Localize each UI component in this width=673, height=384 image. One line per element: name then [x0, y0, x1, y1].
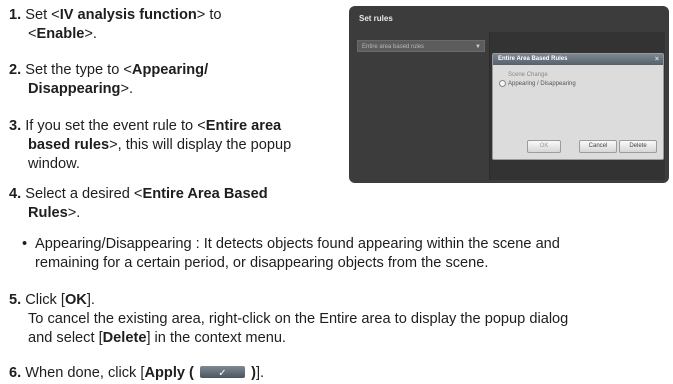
apply-button-icon: ✓: [200, 366, 245, 379]
bullet-note: • Appearing/Disappearing : It detects ob…: [22, 235, 665, 273]
step-text: >.: [120, 81, 134, 97]
delete-button[interactable]: Delete: [619, 140, 657, 153]
step-5: 5. Click [OK]. To cancel the existing ar…: [9, 291, 669, 348]
step-bold: Apply (: [144, 365, 194, 381]
step-bold: OK: [64, 292, 87, 308]
option-label: Appearing / Disappearing: [508, 81, 576, 88]
option-appearing[interactable]: Appearing / Disappearing: [499, 80, 576, 88]
step-bold: Appearing/: [131, 62, 209, 78]
step-text: Select a desired <: [21, 186, 143, 202]
rule-select-value: Entire area based rules: [362, 44, 425, 50]
close-icon[interactable]: ×: [655, 54, 659, 65]
cancel-button[interactable]: Cancel: [579, 140, 617, 153]
step-text: Click [: [21, 292, 65, 308]
step-number: 5.: [9, 292, 22, 308]
checkmark-icon: ✓: [218, 368, 227, 380]
step-1: 1. Set <IV analysis function> to <Enable…: [9, 6, 329, 44]
step-text: Set the type to <: [21, 62, 132, 78]
ok-button[interactable]: OK: [527, 140, 561, 153]
screenshot-title: Set rules: [359, 14, 393, 23]
step-text: Set <: [21, 7, 60, 23]
step-text: ] in the context menu.: [146, 330, 286, 346]
popup-title-bar: Entire Area Based Rules ×: [493, 54, 663, 65]
option-scene-change[interactable]: Scene Change: [499, 71, 548, 79]
rule-select[interactable]: Entire area based rules ▼: [357, 40, 485, 52]
step-number: 4.: [9, 186, 22, 202]
step-text: >.: [67, 205, 81, 221]
step-3: 3. If you set the event rule to <Entire …: [9, 117, 329, 174]
popup-title: Entire Area Based Rules: [498, 56, 568, 62]
step-bold: Disappearing: [28, 81, 121, 97]
chevron-down-icon: ▼: [475, 44, 481, 50]
step-text: > to: [196, 7, 222, 23]
step-text: ].: [86, 292, 95, 308]
step-2: 2. Set the type to <Appearing/ Disappear…: [9, 61, 329, 99]
step-number: 6.: [9, 365, 22, 381]
step-bold: based rules: [28, 137, 110, 153]
step-text: and select [: [28, 330, 103, 346]
step-text: If you set the event rule to <: [21, 118, 206, 134]
step-bold: Entire Area Based: [142, 186, 268, 202]
step-bold: Delete: [102, 330, 147, 346]
bullet-text: remaining for a certain period, or disap…: [35, 255, 489, 271]
step-text: >.: [84, 26, 97, 42]
step-number: 2.: [9, 62, 22, 78]
bullet-icon: •: [22, 236, 28, 252]
step-text: <: [28, 26, 37, 42]
step-4: 4. Select a desired <Entire Area Based R…: [9, 185, 329, 223]
step-bold: IV analysis function: [59, 7, 197, 23]
step-text: ].: [255, 365, 265, 381]
settings-screenshot: Set rules Entire area based rules ▼ Enti…: [349, 6, 669, 183]
option-label: Scene Change: [508, 72, 548, 78]
step-text: When done, click [: [21, 365, 145, 381]
step-text: window.: [28, 156, 80, 172]
step-6: 6. When done, click [Apply ( ✓ )].: [9, 364, 669, 383]
step-number: 3.: [9, 118, 22, 134]
radio-button[interactable]: [499, 80, 506, 87]
step-number: 1.: [9, 7, 22, 23]
step-bold: Enable: [36, 26, 85, 42]
step-text: To cancel the existing area, right-click…: [28, 311, 569, 327]
step-text: >, this will display the popup: [109, 137, 292, 153]
step-bold: Rules: [28, 205, 68, 221]
step-bold: Entire area: [205, 118, 282, 134]
bullet-text: Appearing/Disappearing : It detects obje…: [35, 236, 560, 252]
entire-area-popup: Entire Area Based Rules × Scene Change A…: [492, 53, 664, 160]
